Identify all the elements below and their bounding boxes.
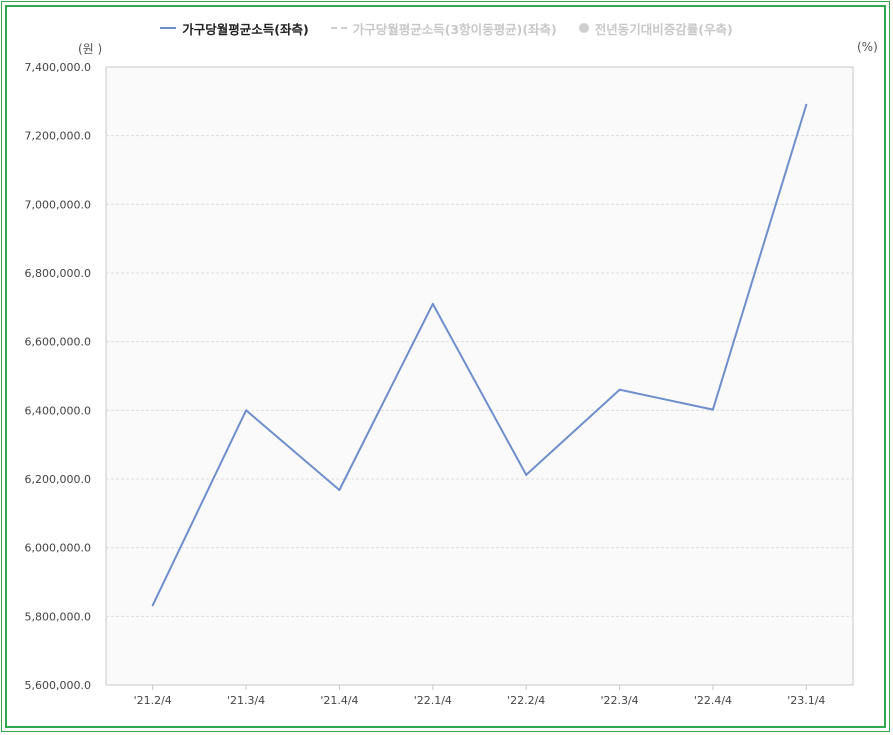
- data-point: [245, 409, 248, 412]
- data-point: [711, 408, 714, 411]
- data-point: [151, 604, 154, 607]
- y-tick-label: 7,000,000.0: [25, 198, 91, 211]
- data-point: [338, 488, 341, 491]
- x-tick-label: '22.4/4: [694, 694, 732, 707]
- y-tick-label: 6,000,000.0: [25, 542, 91, 555]
- line-chart: 7,400,000.0 7,200,000.0 7,000,000.0 6,800,0…: [25, 61, 854, 707]
- data-point: [618, 388, 621, 391]
- data-point: [525, 473, 528, 476]
- x-tick-label: '23.1/4: [787, 694, 825, 707]
- y-tick-label: 6,200,000.0: [25, 473, 91, 486]
- x-tick-label: '22.3/4: [600, 694, 638, 707]
- x-tick-label: '21.3/4: [227, 694, 265, 707]
- y-tick-label: 6,800,000.0: [25, 267, 91, 280]
- y-tick-label: 6,600,000.0: [25, 336, 91, 349]
- x-tick-label: '22.2/4: [507, 694, 545, 707]
- x-tick-label: '21.4/4: [320, 694, 358, 707]
- y-tick-label: 5,600,000.0: [25, 679, 91, 692]
- y-tick-label: 5,800,000.0: [25, 610, 91, 623]
- data-point: [805, 103, 808, 106]
- y-tick-label: 6,400,000.0: [25, 404, 91, 417]
- y-tick-label: 7,400,000.0: [25, 61, 91, 74]
- x-tick-label: '22.1/4: [414, 694, 452, 707]
- plot-area: [105, 66, 854, 686]
- x-tick-label: '21.2/4: [134, 694, 172, 707]
- y-tick-label: 7,200,000.0: [25, 130, 91, 143]
- data-point: [431, 302, 434, 305]
